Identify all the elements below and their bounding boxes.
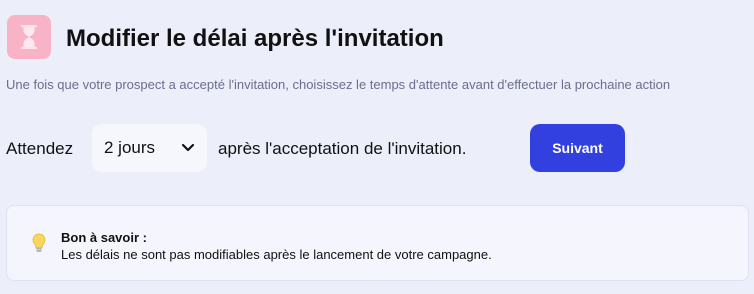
- lightbulb-icon: [32, 233, 46, 252]
- next-button[interactable]: Suivant: [530, 124, 625, 172]
- tip-title: Bon à savoir :: [61, 230, 147, 245]
- hourglass-icon-box: [7, 15, 51, 59]
- delay-select-value: 2 jours: [104, 138, 156, 157]
- chevron-down-icon: [181, 143, 195, 152]
- wait-prefix-label: Attendez: [6, 139, 74, 158]
- tip-box: Bon à savoir : Les délais ne sont pas mo…: [6, 205, 749, 281]
- tip-text: Les délais ne sont pas modifiables après…: [61, 247, 492, 262]
- page-title: Modifier le délai après l'invitation: [66, 25, 444, 52]
- wait-suffix-label: après l'acceptation de l'invitation.: [218, 139, 467, 158]
- page-subtitle: Une fois que votre prospect a accepté l'…: [6, 77, 671, 92]
- delay-select[interactable]: 2 jours: [92, 124, 207, 172]
- hourglass-icon: [20, 25, 38, 49]
